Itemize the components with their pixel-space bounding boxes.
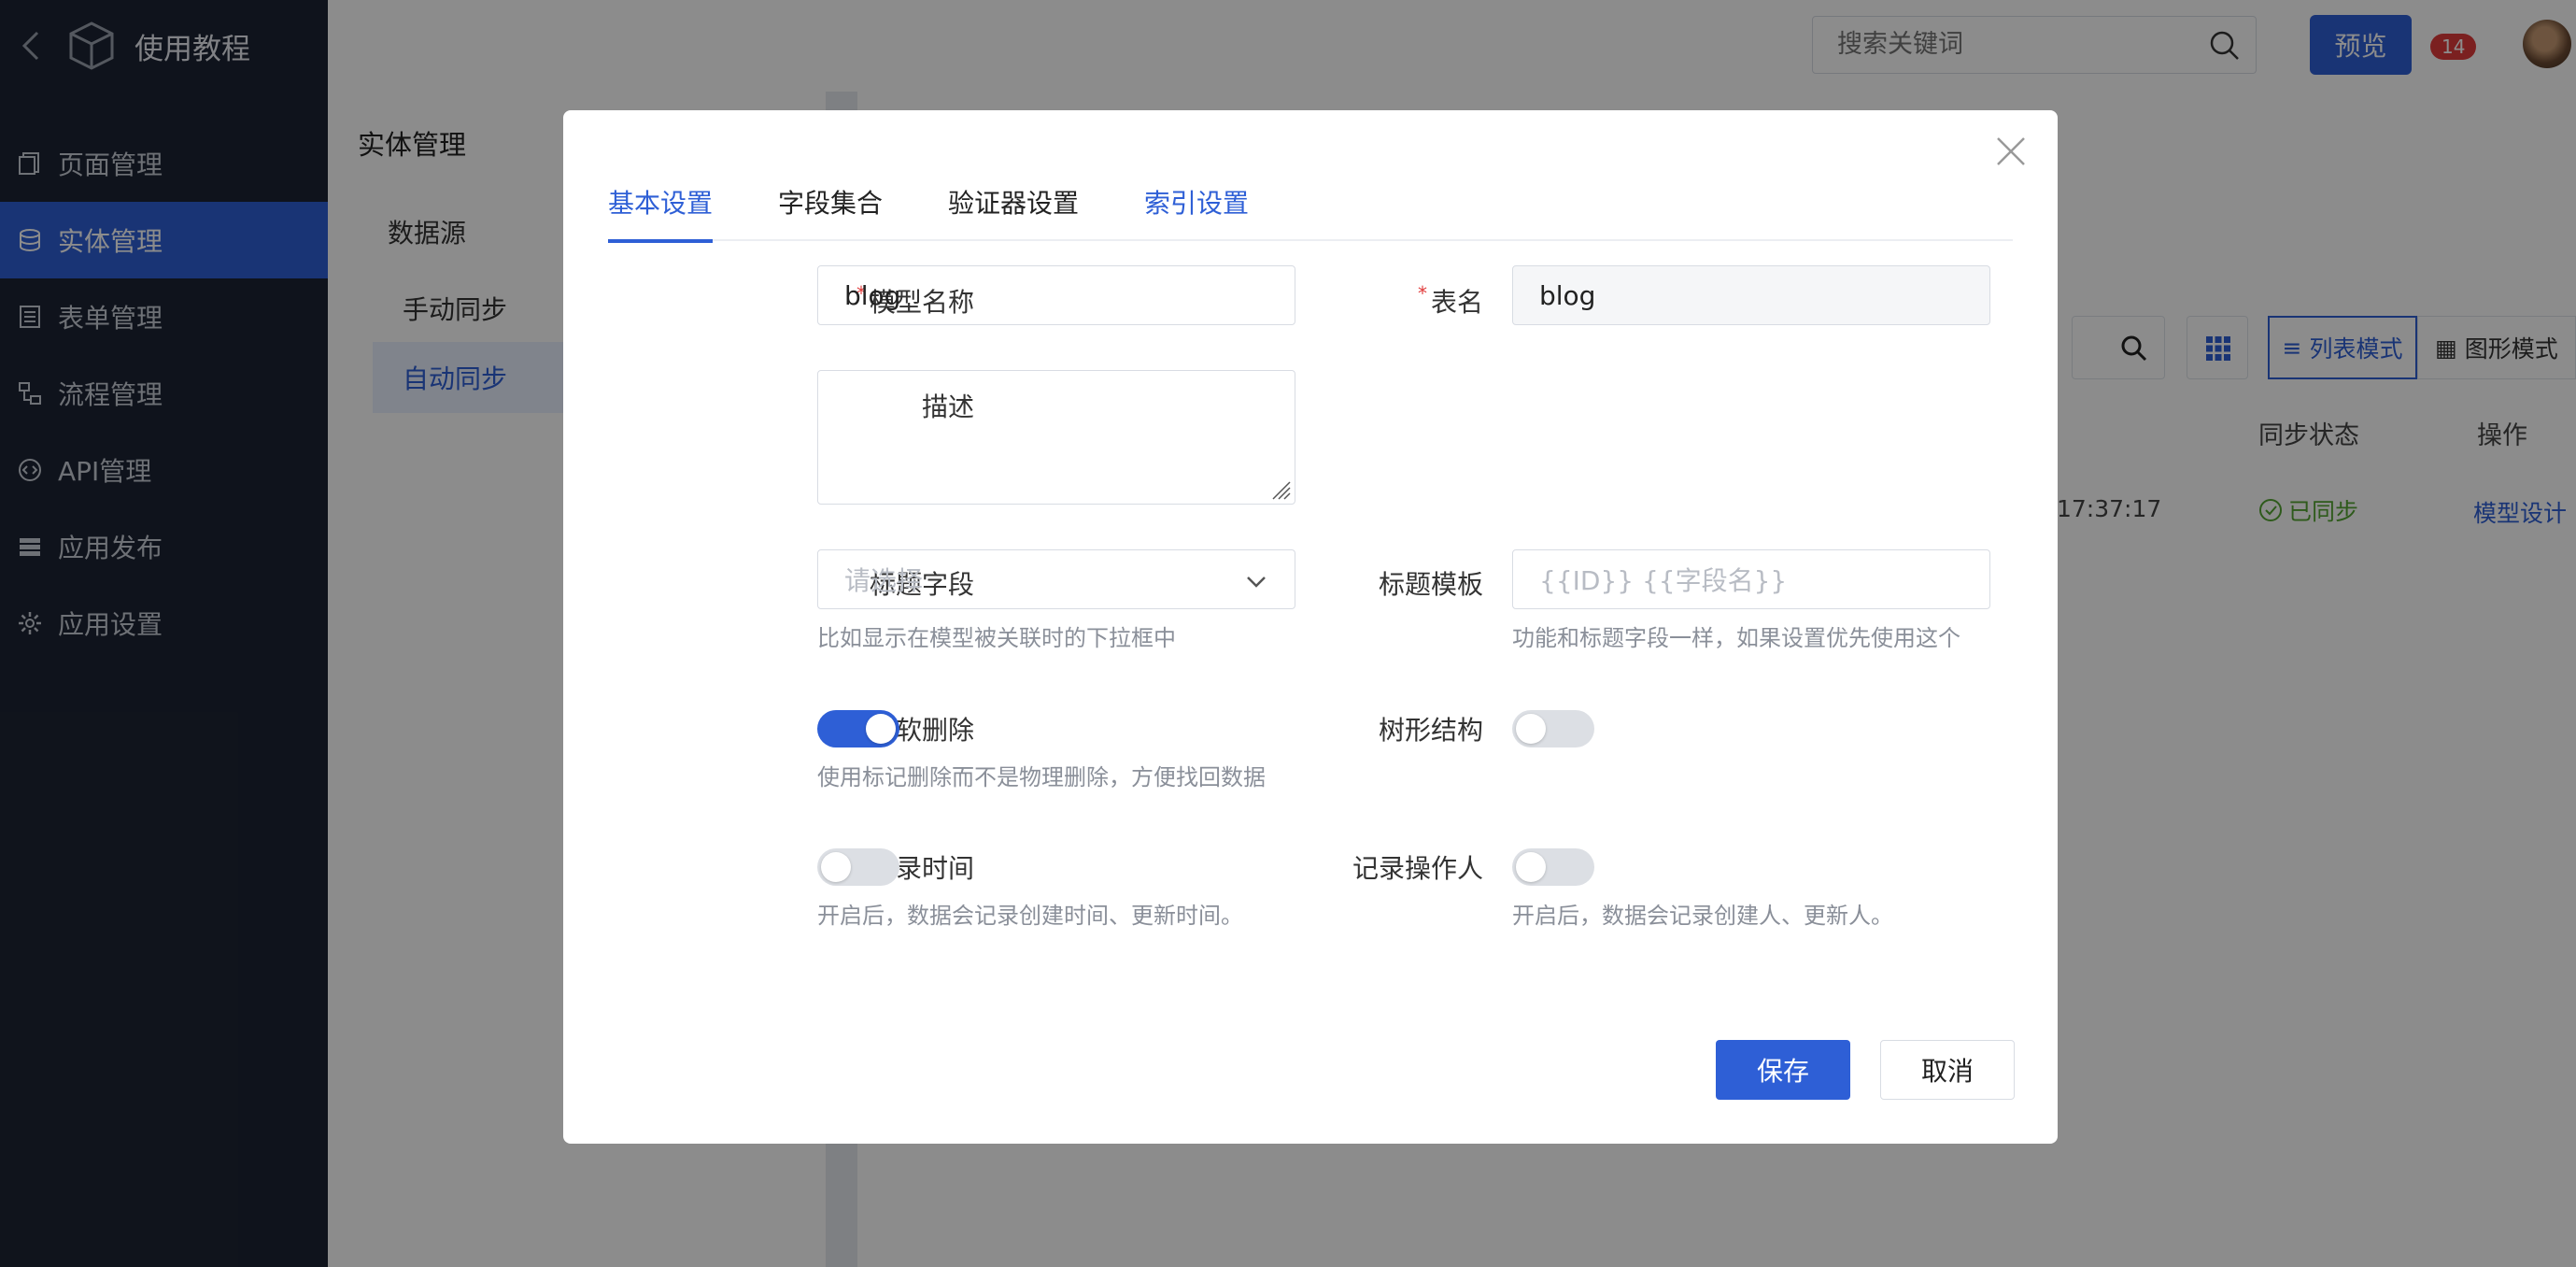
cancel-button[interactable]: 取消	[1880, 1040, 2015, 1100]
record-operator-label: 记录操作人	[1352, 853, 1483, 884]
soft-delete-toggle[interactable]	[817, 710, 899, 747]
close-icon[interactable]	[1992, 133, 2030, 170]
title-template-hint: 功能和标题字段一样，如果设置优先使用这个	[1512, 625, 1960, 651]
tab-index-settings[interactable]: 索引设置	[1144, 183, 1249, 241]
description-textarea[interactable]	[817, 370, 1295, 505]
tab-basic-settings[interactable]: 基本设置	[608, 183, 714, 243]
resize-grip-icon[interactable]	[1269, 478, 1292, 501]
dialog-tabs: 基本设置 字段集合 验证器设置 索引设置	[608, 183, 2013, 243]
required-mark: *	[1417, 282, 1427, 305]
save-button[interactable]: 保存	[1716, 1040, 1850, 1100]
table-name-label: * 表名	[1417, 282, 1483, 318]
record-operator-hint: 开启后，数据会记录创建人、更新人。	[1512, 903, 1893, 929]
tab-validator-settings[interactable]: 验证器设置	[948, 183, 1079, 241]
record-time-toggle[interactable]	[817, 848, 899, 886]
tab-field-collection[interactable]: 字段集合	[778, 183, 883, 241]
toggle-knob	[1516, 852, 1546, 882]
table-name-input[interactable]: blog	[1512, 265, 1990, 325]
soft-delete-hint: 使用标记删除而不是物理删除，方便找回数据	[817, 764, 1266, 790]
record-time-hint: 开启后，数据会记录创建时间、更新时间。	[817, 903, 1243, 929]
select-placeholder: 请选择	[844, 565, 924, 596]
toggle-knob	[866, 714, 896, 744]
title-template-input[interactable]: {{ID}} {{字段名}}	[1512, 549, 1990, 609]
tree-structure-label: 树形结构	[1378, 715, 1483, 746]
model-settings-dialog: 基本设置 字段集合 验证器设置 索引设置 * 模型名称 blog * 表名 blog…	[563, 110, 2058, 1144]
title-template-label: 标题模板	[1378, 569, 1483, 600]
toggle-knob	[1516, 714, 1546, 744]
title-field-hint: 比如显示在模型被关联时的下拉框中	[817, 625, 1176, 651]
toggle-knob	[821, 852, 851, 882]
record-operator-toggle[interactable]	[1512, 848, 1594, 886]
tree-structure-toggle[interactable]	[1512, 710, 1594, 747]
